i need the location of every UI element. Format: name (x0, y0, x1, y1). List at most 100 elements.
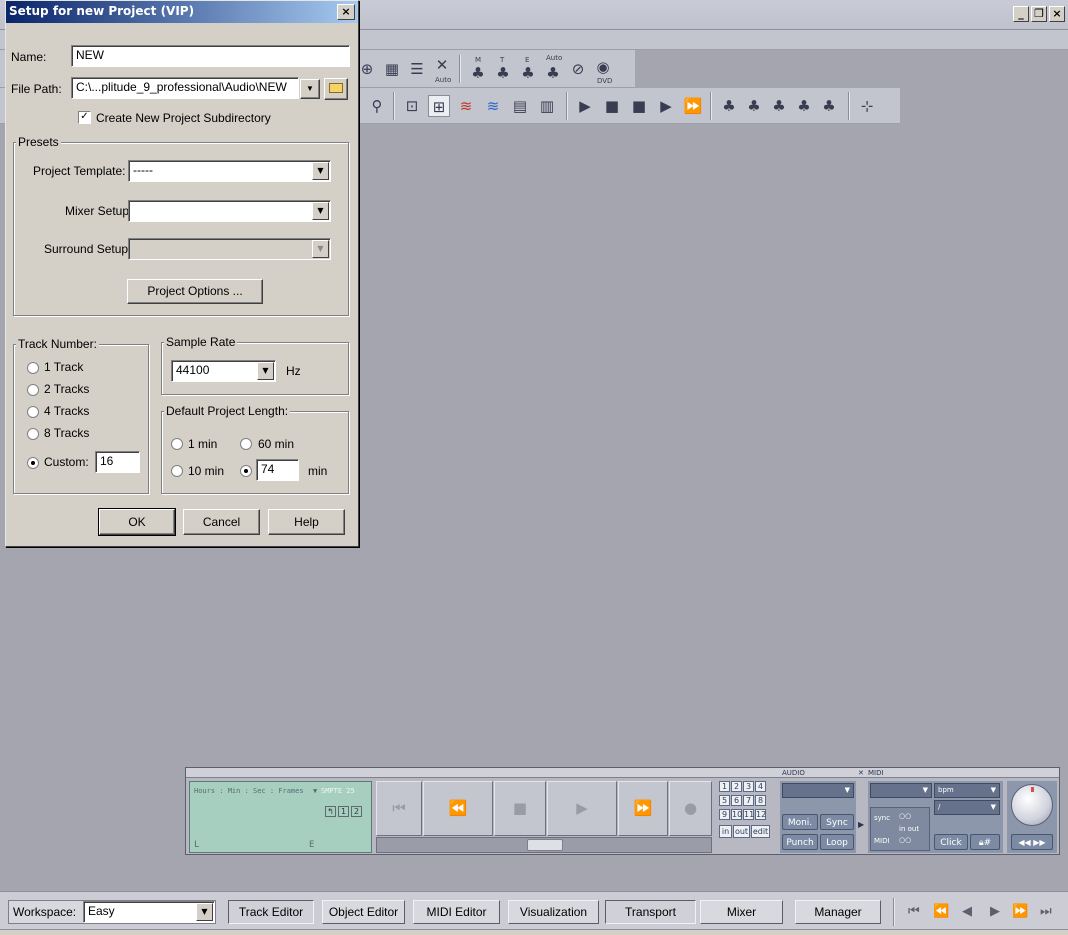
tab-transport[interactable]: Transport (605, 900, 696, 924)
record-icon[interactable]: ● (669, 781, 712, 836)
minimize-icon[interactable]: _ (1013, 6, 1029, 22)
tab-mixer[interactable]: Mixer (700, 900, 783, 924)
marker-button[interactable]: 5 (719, 795, 730, 806)
browse-folder-button[interactable] (324, 78, 348, 100)
toolbar-start-marker-icon[interactable]: ▶ (574, 95, 596, 117)
track-radio-4[interactable] (27, 406, 39, 418)
toolbar-crossfade-icon[interactable]: ≋ (455, 95, 477, 117)
marker-button[interactable]: 12 (755, 809, 766, 820)
track-radio-2[interactable] (27, 384, 39, 396)
marker-button[interactable]: 11 (743, 809, 754, 820)
length-radio-custom[interactable] (240, 465, 252, 477)
marker-button[interactable]: 7 (743, 795, 754, 806)
toolbar-group-icon[interactable]: ▤ (509, 95, 531, 117)
filepath-input[interactable]: C:\...plitude_9_professional\Audio\NEW (71, 77, 299, 99)
chevron-down-icon[interactable]: ▼ (313, 787, 317, 795)
create-subdir-checkbox[interactable]: ✓ (78, 111, 91, 124)
toolbar-block-icon[interactable]: ■ (601, 95, 623, 117)
toolbar-snap-icon[interactable]: ⊞ (428, 95, 450, 117)
fast-forward-icon[interactable]: ⏩ (1012, 904, 1028, 919)
tab-track-editor[interactable]: Track Editor (228, 900, 314, 924)
signature-select[interactable]: / ▼ (934, 800, 1000, 815)
marker-button[interactable]: 6 (731, 795, 742, 806)
step-forward-icon[interactable]: ▶ (990, 904, 1000, 919)
length-custom-input[interactable]: 74 (256, 459, 299, 481)
close-icon[interactable]: ✕ (858, 769, 864, 777)
marker-button[interactable]: 4 (755, 781, 766, 792)
monitor-button[interactable]: Moni. (782, 814, 818, 830)
marker-button[interactable]: 10 (731, 809, 742, 820)
loop-button[interactable]: Loop (820, 834, 854, 850)
midi-device-select[interactable]: ▼ (870, 783, 932, 798)
marker-in-button[interactable]: in (719, 825, 732, 838)
tab-midi-editor[interactable]: MIDI Editor (413, 900, 500, 924)
toolbar-dvd-icon[interactable]: ◉ (592, 56, 614, 78)
jog-scrub-button[interactable]: ◀◀ ▶▶ (1011, 834, 1053, 850)
display-format[interactable]: SMPTE 25 (321, 787, 355, 795)
chevron-down-icon[interactable]: ▼ (196, 903, 213, 921)
jog-wheel[interactable] (1011, 784, 1053, 826)
position-scrollbar[interactable] (376, 837, 712, 853)
punch-button[interactable]: Punch (782, 834, 818, 850)
toolbar-fader1-icon[interactable]: ♣ (718, 95, 740, 117)
rewind-icon[interactable]: ⏪ (423, 781, 493, 836)
toolbar-play-icon[interactable]: ▶ (655, 95, 677, 117)
step-back-icon[interactable]: ◀ (962, 904, 972, 919)
surround-setup-select[interactable]: ▼ (128, 238, 331, 260)
chevron-down-icon[interactable]: ▼ (312, 240, 329, 258)
toolbar-track-icon[interactable]: ♣ (492, 62, 514, 84)
time-display[interactable]: Hours : Min : Sec : Frames ▼ SMPTE 25 ↰ … (189, 781, 372, 853)
filepath-dropdown-icon[interactable]: ▼ (300, 79, 320, 99)
track-radio-1[interactable] (27, 362, 39, 374)
rewind-icon[interactable]: ⏪ (933, 904, 949, 919)
display-mode-2[interactable]: 2 (351, 806, 362, 817)
mixer-setup-select[interactable]: ▼ (128, 200, 331, 222)
skip-start-icon[interactable]: ⏮ (908, 904, 920, 919)
toolbar-automation-icon[interactable]: ♣ (542, 62, 564, 84)
toolbar-delete-auto-icon[interactable]: ✕ (431, 54, 453, 76)
marker-edit-button[interactable]: edit (751, 825, 770, 838)
restore-icon[interactable]: ❐ (1031, 6, 1047, 22)
toolbar-disc-icon[interactable]: ⊘ (567, 58, 589, 80)
fast-forward-icon[interactable]: ⏩ (618, 781, 668, 836)
toolbar-forward-icon[interactable]: ⏩ (682, 95, 704, 117)
help-button[interactable]: Help (268, 509, 345, 535)
display-return-icon[interactable]: ↰ (325, 806, 336, 817)
toolbar-fader5-icon[interactable]: ♣ (818, 95, 840, 117)
chevron-down-icon[interactable]: ▼ (257, 362, 274, 380)
play-icon[interactable]: ▶ (547, 781, 617, 836)
project-options-button[interactable]: Project Options ... (127, 279, 263, 304)
sample-rate-select[interactable]: 44100 ▼ (171, 360, 276, 382)
display-mode-1[interactable]: 1 (338, 806, 349, 817)
track-radio-custom[interactable] (27, 457, 39, 469)
click-button[interactable]: Click (934, 834, 968, 850)
lock-sync-button[interactable]: 🔒︎# (970, 834, 1000, 850)
skip-end-icon[interactable]: ⏭ (1040, 904, 1052, 919)
cancel-button[interactable]: Cancel (183, 509, 260, 535)
sync-button[interactable]: Sync (820, 814, 854, 830)
name-input[interactable]: NEW (71, 45, 350, 67)
chevron-down-icon[interactable]: ▼ (312, 202, 329, 220)
tab-visualization[interactable]: Visualization (508, 900, 599, 924)
length-radio-1min[interactable] (171, 438, 183, 450)
toolbar-ungroup-icon[interactable]: ▥ (536, 95, 558, 117)
toolbar-volume-icon[interactable]: ≋ (482, 95, 504, 117)
toolbar-paste-icon[interactable]: ▦ (381, 58, 403, 80)
close-icon[interactable]: × (1049, 6, 1065, 22)
workspace-select[interactable]: Easy ▼ (83, 901, 215, 923)
marker-button[interactable]: 2 (731, 781, 742, 792)
marker-button[interactable]: 9 (719, 809, 730, 820)
toolbar-edit-icon[interactable]: ♣ (517, 62, 539, 84)
length-radio-60min[interactable] (240, 438, 252, 450)
toolbar-insert-icon[interactable]: ⊹ (856, 95, 878, 117)
track-custom-input[interactable]: 16 (95, 451, 140, 473)
expand-arrow-icon[interactable]: ▶ (858, 820, 864, 829)
toolbar-fader2-icon[interactable]: ♣ (743, 95, 765, 117)
project-template-select[interactable]: ----- ▼ (128, 160, 331, 182)
toolbar-mute-icon[interactable]: ♣ (467, 62, 489, 84)
tab-manager[interactable]: Manager (795, 900, 881, 924)
track-radio-8[interactable] (27, 428, 39, 440)
toolbar-lock-icon[interactable]: ⊡ (401, 95, 423, 117)
stop-icon[interactable]: ■ (494, 781, 546, 836)
marker-button[interactable]: 1 (719, 781, 730, 792)
